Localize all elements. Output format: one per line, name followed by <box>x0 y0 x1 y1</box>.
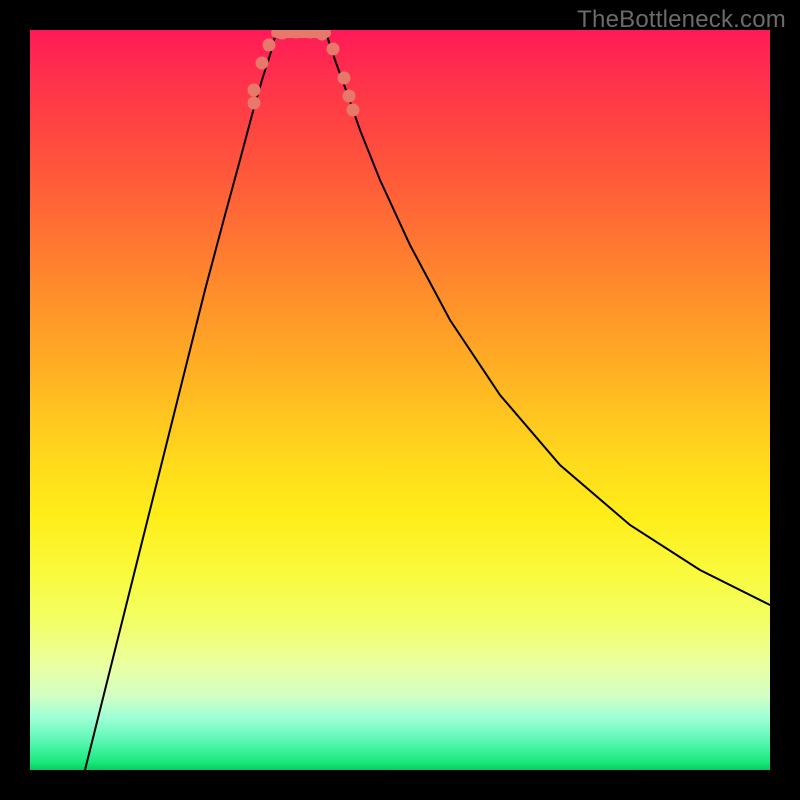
plot-area <box>30 30 770 770</box>
watermark-text: TheBottleneck.com <box>577 6 786 34</box>
marker-dot <box>338 72 351 85</box>
marker-dot <box>276 30 289 40</box>
curve-left-descent <box>85 33 276 770</box>
marker-dot <box>347 104 360 117</box>
marker-dot <box>327 43 340 56</box>
marker-dot <box>316 30 329 41</box>
series-lines <box>85 33 770 770</box>
curve-layer <box>30 30 770 770</box>
marker-dot <box>248 97 261 110</box>
marker-dot <box>256 57 269 70</box>
marker-dot <box>263 39 276 52</box>
marker-dot <box>343 90 356 103</box>
marker-dot <box>248 84 261 97</box>
chart-frame: TheBottleneck.com <box>0 0 800 800</box>
curve-right-ascent <box>326 33 770 605</box>
